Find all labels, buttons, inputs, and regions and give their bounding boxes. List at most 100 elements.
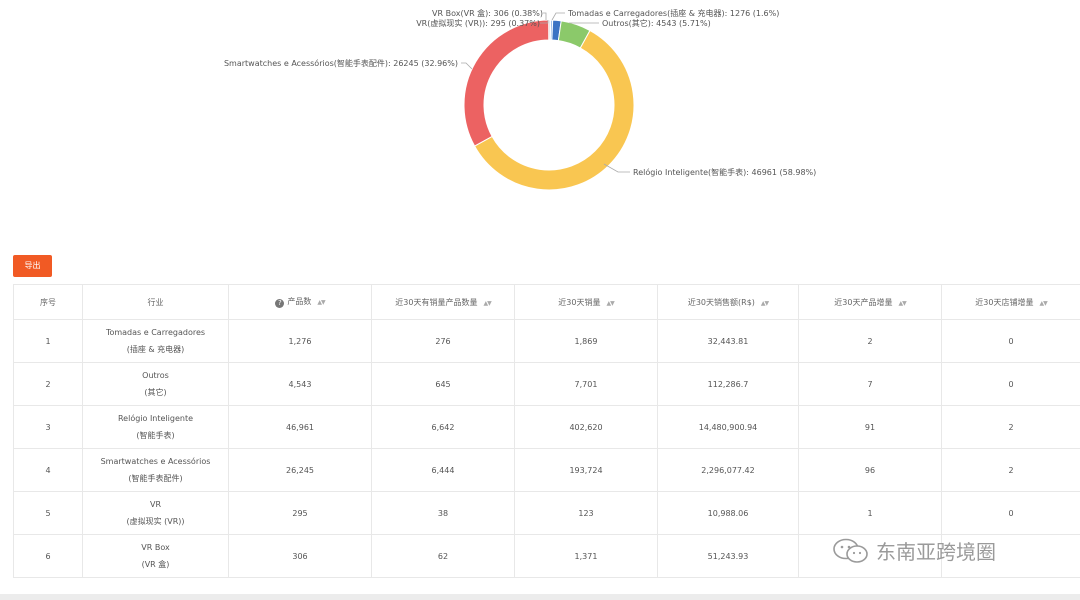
table-cell: 295 [228, 491, 372, 535]
sort-icon[interactable]: ▲▼ [761, 300, 769, 307]
industry-name-cn[interactable]: (虚拟现实 (VR)) [83, 513, 228, 530]
table-cell: 0 [941, 362, 1080, 406]
slice-label: Smartwatches e Acessórios(智能手表配件): 26245… [224, 58, 458, 68]
column-header-label: 产品数 [287, 297, 312, 306]
industry-name[interactable]: Outros [83, 367, 228, 384]
table-cell: 96 [798, 448, 942, 492]
donut-slice[interactable] [463, 19, 550, 147]
table-row: 2 Outros (其它) 4,543 645 7,701 112,286.7 7 0 [13, 362, 1080, 406]
table-cell: 6 [13, 534, 83, 578]
table-cell: 112,286.7 [657, 362, 799, 406]
slice-label: Relógio Inteligente(智能手表): 46961 (58.98%… [633, 167, 816, 177]
industry-name-cn[interactable]: (VR 盒) [83, 556, 228, 573]
column-header[interactable]: ? 产品数 ▲▼ [228, 284, 372, 320]
table-cell: 123 [514, 491, 658, 535]
table-cell: 1,371 [514, 534, 658, 578]
sort-icon[interactable]: ▲▼ [483, 300, 491, 307]
table-cell: 10,988.06 [657, 491, 799, 535]
sort-icon[interactable]: ▲▼ [1039, 300, 1047, 307]
table-cell: 14,480,900.94 [657, 405, 799, 449]
industry-name[interactable]: Smartwatches e Acessórios [83, 453, 228, 470]
industry-link[interactable]: VR (虚拟现实 (VR)) [82, 491, 229, 535]
industry-table: 序号 行业? 产品数 ▲▼ 近30天有销量产品数量 ▲▼ 近30天销量 ▲▼ 近30天销售额(R… [13, 284, 1080, 578]
label-leader-line [461, 62, 473, 70]
industry-name-cn[interactable]: (其它) [83, 384, 228, 401]
sort-icon[interactable]: ▲▼ [606, 300, 614, 307]
table-row: 4 Smartwatches e Acessórios (智能手表配件) 26,245… [13, 448, 1080, 492]
table-cell: 7,701 [514, 362, 658, 406]
table-cell: 645 [371, 362, 515, 406]
sort-icon[interactable]: ▲▼ [317, 299, 325, 306]
table-cell: 7 [798, 362, 942, 406]
table-cell: 5 [13, 491, 83, 535]
donut-chart: VR Box(VR 盒): 306 (0.38%)VR(虚拟现实 (VR)): … [224, 8, 816, 191]
table-cell: 38 [371, 491, 515, 535]
table-cell: 6,444 [371, 448, 515, 492]
table-row: 5 VR (虚拟现实 (VR)) 295 38 123 10,988.06 1 0 [13, 491, 1080, 535]
table-row: 3 Relógio Inteligente (智能手表) 46,961 6,642 402… [13, 405, 1080, 449]
industry-name-cn[interactable]: (智能手表) [83, 427, 228, 444]
table-cell: 62 [371, 534, 515, 578]
industry-name-cn[interactable]: (智能手表配件) [83, 470, 228, 487]
industry-name[interactable]: Relógio Inteligente [83, 410, 228, 427]
industry-link[interactable]: Smartwatches e Acessórios (智能手表配件) [82, 448, 229, 492]
table-cell: 0 [941, 319, 1080, 363]
table-cell: 46,961 [228, 405, 372, 449]
industry-link[interactable]: Relógio Inteligente (智能手表) [82, 405, 229, 449]
column-header-label: 近30天销售额(R$) [687, 297, 755, 307]
table-cell: 2 [941, 448, 1080, 492]
table-cell: 2,296,077.42 [657, 448, 799, 492]
column-header-label: 行业 [147, 297, 164, 307]
sort-icon[interactable]: ▲▼ [898, 300, 906, 307]
industry-link[interactable]: Outros (其它) [82, 362, 229, 406]
table-cell: 2 [13, 362, 83, 406]
label-leader-line [543, 12, 547, 20]
table-row: 1 Tomadas e Carregadores (插座 & 充电器) 1,276 27… [13, 319, 1080, 363]
slice-label: Outros(其它): 4543 (5.71%) [602, 18, 711, 28]
table-cell: 306 [228, 534, 372, 578]
slice-label: Tomadas e Carregadores(插座 & 充电器): 1276 (… [567, 8, 779, 18]
column-header-label: 近30天有销量产品数量 [395, 297, 478, 307]
table-cell: 193,724 [514, 448, 658, 492]
industry-link[interactable]: Tomadas e Carregadores (插座 & 充电器) [82, 319, 229, 363]
table-cell: 4 [13, 448, 83, 492]
slice-label: VR Box(VR 盒): 306 (0.38%) [432, 8, 543, 18]
table-cell: 1 [798, 491, 942, 535]
industry-name[interactable]: VR [83, 496, 228, 513]
table-cell: 4,543 [228, 362, 372, 406]
table-cell: 402,620 [514, 405, 658, 449]
industry-name-cn[interactable]: (插座 & 充电器) [83, 341, 228, 358]
watermark: 东南亚跨境圈 [832, 536, 996, 565]
industry-name[interactable]: Tomadas e Carregadores [83, 324, 228, 341]
export-button[interactable]: 导出 [13, 255, 52, 277]
table-cell: 1,869 [514, 319, 658, 363]
table-cell: 6,642 [371, 405, 515, 449]
industry-name[interactable]: VR Box [83, 539, 228, 556]
table-cell: 2 [798, 319, 942, 363]
column-header[interactable]: 近30天店铺增量 ▲▼ [941, 284, 1080, 320]
table-cell: 91 [798, 405, 942, 449]
column-header: 序号 [13, 284, 83, 320]
table-cell: 276 [371, 319, 515, 363]
table-cell: 1,276 [228, 319, 372, 363]
column-header: 行业 [82, 284, 229, 320]
table-cell: 32,443.81 [657, 319, 799, 363]
wechat-icon [833, 538, 868, 563]
column-header[interactable]: 近30天销售额(R$) ▲▼ [657, 284, 799, 320]
column-header[interactable]: 近30天销量 ▲▼ [514, 284, 658, 320]
industry-link[interactable]: VR Box (VR 盒) [82, 534, 229, 578]
table-cell: 0 [941, 491, 1080, 535]
label-leader-line [551, 12, 565, 21]
column-header[interactable]: 近30天有销量产品数量 ▲▼ [371, 284, 515, 320]
table-header-row: 序号 行业? 产品数 ▲▼ 近30天有销量产品数量 ▲▼ 近30天销量 ▲▼ 近30天销售额(R… [13, 284, 1080, 320]
column-header-label: 近30天销量 [558, 297, 601, 307]
column-header-label: 序号 [40, 297, 56, 307]
table-cell: 1 [13, 319, 83, 363]
help-icon[interactable]: ? [275, 299, 285, 308]
column-header-label: 近30天产品增量 [834, 297, 893, 307]
horizontal-scrollbar[interactable] [0, 594, 1080, 600]
slice-label: VR(虚拟现实 (VR)): 295 (0.37%) [416, 18, 540, 28]
column-header-label: 近30天店铺增量 [975, 297, 1034, 307]
table-cell: 26,245 [228, 448, 372, 492]
column-header[interactable]: 近30天产品增量 ▲▼ [798, 284, 942, 320]
